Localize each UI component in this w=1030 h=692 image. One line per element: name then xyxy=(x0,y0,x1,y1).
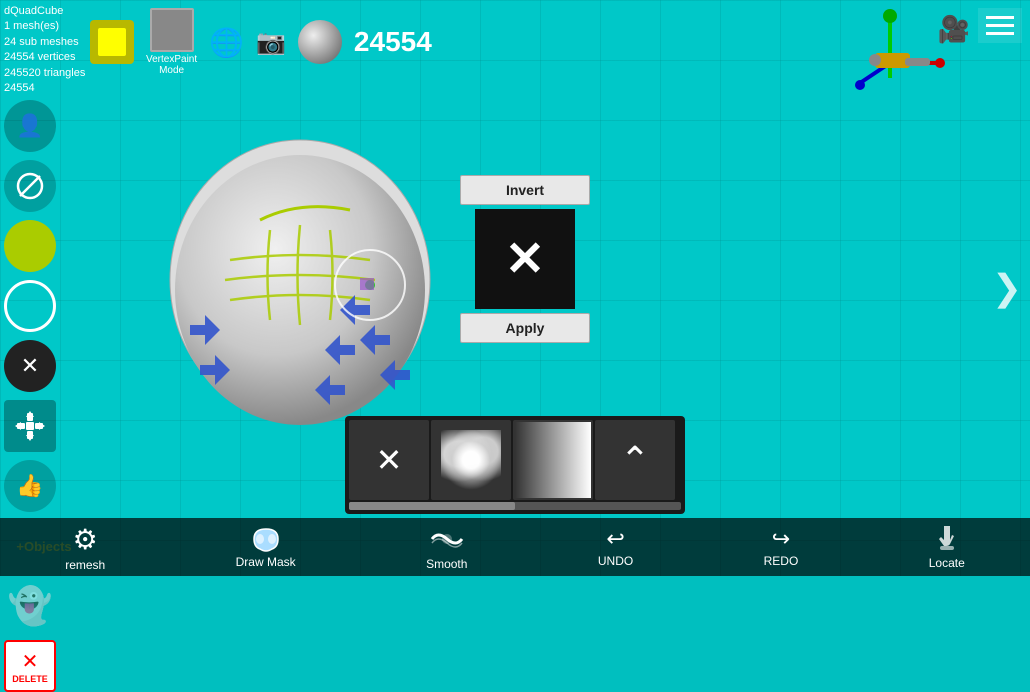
vertexpaint-mode[interactable]: VertexPaint Mode xyxy=(146,8,197,76)
remesh-icon: ⚙ xyxy=(73,523,98,556)
redo-icon: ↪ xyxy=(772,526,790,552)
brush-x-icon: ✕ xyxy=(376,441,403,479)
cube-icon-button[interactable] xyxy=(90,20,134,64)
vertexpaint-label: VertexPaint xyxy=(146,54,197,65)
popup-black-box: ✕ xyxy=(475,209,575,309)
bottom-nav: ⚙ remesh Draw Mask Smooth ↩ UNDO ↪ REDO xyxy=(0,518,1030,576)
mode-label: Mode xyxy=(159,65,184,76)
undo-label: UNDO xyxy=(598,554,633,568)
redo-label: REDO xyxy=(764,554,799,568)
3d-model xyxy=(140,110,460,430)
user-icon-button[interactable]: 👤 xyxy=(4,100,56,152)
smooth-icon xyxy=(428,523,466,555)
black-x-button[interactable]: ✕ xyxy=(4,340,56,392)
cloud-brush-preview xyxy=(441,430,501,490)
gradient-brush-preview xyxy=(515,422,591,498)
move-button[interactable] xyxy=(4,400,56,452)
nav-smooth[interactable]: Smooth xyxy=(426,523,467,571)
triangles: 245520 triangles xyxy=(4,66,85,81)
apply-button[interactable]: Apply xyxy=(460,313,590,343)
locate-label: Locate xyxy=(929,556,965,570)
vertexpaint-box xyxy=(150,8,194,52)
mesh-count: 1 mesh(es) xyxy=(4,19,85,34)
globe-icon[interactable]: 🌐 xyxy=(209,26,244,59)
like-button[interactable]: 👍 xyxy=(4,460,56,512)
draw-mask-label: Draw Mask xyxy=(236,555,296,569)
vertex-count-display: 24554 xyxy=(354,26,432,58)
nav-remesh[interactable]: ⚙ remesh xyxy=(65,523,105,572)
right-arrow-button[interactable]: ❯ xyxy=(992,267,1022,309)
undo-icon: ↩ xyxy=(606,526,624,552)
hamburger-line-3 xyxy=(986,32,1014,35)
invert-button[interactable]: Invert xyxy=(460,175,590,205)
no-icon-button[interactable] xyxy=(4,160,56,212)
vertices: 24554 vertices xyxy=(4,50,85,65)
delete-x-icon: ✕ xyxy=(22,649,39,674)
brush-gradient-option[interactable] xyxy=(513,420,593,500)
hamburger-line-2 xyxy=(986,24,1014,27)
draw-mask-icon xyxy=(250,525,282,553)
popup-x-mark: ✕ xyxy=(505,231,545,287)
nav-redo[interactable]: ↪ REDO xyxy=(764,526,799,568)
sphere-preview xyxy=(298,20,342,64)
brush-chevron-option[interactable]: ⌃ xyxy=(595,420,675,500)
remesh-label: remesh xyxy=(65,558,105,572)
ghost-icon: 👻 xyxy=(8,585,53,627)
nav-draw-mask[interactable]: Draw Mask xyxy=(236,525,296,569)
delete-label: DELETE xyxy=(12,674,48,684)
brush-progress-fill xyxy=(349,502,515,510)
popup-panel: Invert ✕ Apply xyxy=(460,175,590,343)
brush-cloud-option[interactable] xyxy=(431,420,511,500)
color-circle-button[interactable] xyxy=(4,220,56,272)
user-icon: 👤 xyxy=(16,113,43,139)
move-icon xyxy=(15,411,45,441)
hamburger-line-1 xyxy=(986,16,1014,19)
brush-progress-bar[interactable] xyxy=(349,502,681,510)
brush-x-option[interactable]: ✕ xyxy=(349,420,429,500)
screenshot-icon[interactable]: 📷 xyxy=(256,28,286,57)
nav-undo[interactable]: ↩ UNDO xyxy=(598,526,633,568)
chevron-up-icon: ⌃ xyxy=(620,439,650,481)
top-toolbar: VertexPaint Mode 🌐 📷 24554 xyxy=(90,8,432,76)
app-title: dQuadCube xyxy=(4,4,85,19)
brush-toolbar: ✕ ⌃ xyxy=(345,416,685,514)
nav-locate[interactable]: Locate xyxy=(929,524,965,570)
locate-icon xyxy=(932,524,962,554)
cube-inner xyxy=(98,28,126,56)
circle-ring-button[interactable] xyxy=(4,280,56,332)
ghost-icon-area: 👻 xyxy=(4,580,56,632)
hand-icon: 👍 xyxy=(16,473,43,499)
sub-meshes: 24 sub meshes xyxy=(4,35,85,50)
axis-widget xyxy=(850,8,950,98)
slash-icon xyxy=(16,172,44,200)
left-toolbar: 👤 ✕ 👍 +Objects xyxy=(4,100,84,692)
brush-options: ✕ ⌃ xyxy=(349,420,681,500)
vertex-id: 24554 xyxy=(4,81,85,96)
x-icon: ✕ xyxy=(21,353,39,379)
top-left-info: dQuadCube 1 mesh(es) 24 sub meshes 24554… xyxy=(4,4,85,96)
delete-button[interactable]: ✕ DELETE xyxy=(4,640,56,692)
smooth-label: Smooth xyxy=(426,557,467,571)
hamburger-menu[interactable] xyxy=(978,8,1022,43)
